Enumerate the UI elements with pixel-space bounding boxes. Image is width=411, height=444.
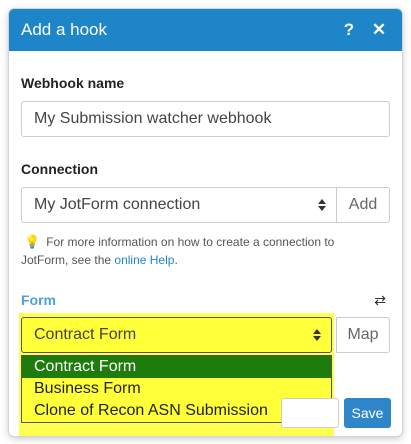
- form-label: Form: [21, 292, 56, 308]
- connection-hint: 💡 For more information on how to create a…: [21, 233, 381, 269]
- select-caret-icon: [313, 329, 321, 341]
- form-option[interactable]: Contract Form: [22, 356, 331, 378]
- help-icon[interactable]: ?: [338, 19, 360, 41]
- close-icon[interactable]: ✕: [368, 19, 390, 41]
- form-option[interactable]: Business Form: [22, 378, 331, 400]
- connection-value: My JotForm connection: [34, 196, 201, 213]
- connection-add-button[interactable]: Add: [336, 187, 390, 223]
- add-hook-dialog: Add a hook ? ✕ Webhook name My Submissio…: [9, 9, 402, 436]
- save-button[interactable]: Save: [344, 398, 391, 428]
- lightbulb-icon: 💡: [24, 234, 41, 249]
- webhook-name-label: Webhook name: [21, 75, 125, 91]
- connection-label: Connection: [21, 161, 98, 177]
- select-caret-icon: [318, 199, 326, 211]
- hint-end: .: [174, 253, 178, 267]
- form-select[interactable]: Contract Form: [21, 317, 332, 353]
- connection-select[interactable]: My JotForm connection: [21, 187, 337, 223]
- form-value: Contract Form: [34, 326, 137, 343]
- cancel-button[interactable]: [281, 398, 339, 428]
- online-help-link[interactable]: online Help: [114, 253, 174, 267]
- webhook-name-input[interactable]: My Submission watcher webhook: [21, 101, 390, 137]
- dialog-header: Add a hook ? ✕: [9, 9, 402, 51]
- dialog-title: Add a hook: [21, 20, 108, 39]
- webhook-name-value: My Submission watcher webhook: [34, 110, 272, 127]
- dialog-body: Webhook name My Submission watcher webho…: [9, 51, 402, 436]
- swap-icon[interactable]: ⇄: [374, 292, 386, 309]
- form-map-button[interactable]: Map: [336, 317, 390, 353]
